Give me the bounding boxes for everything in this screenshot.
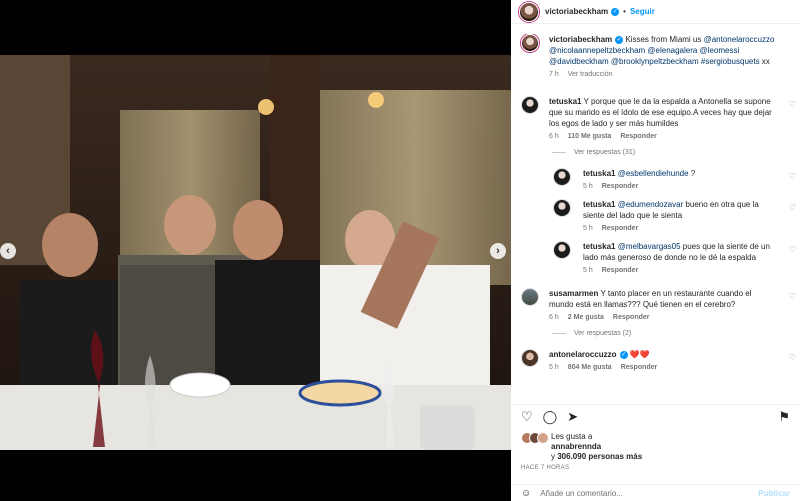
post-photo[interactable] bbox=[0, 55, 511, 450]
caption-author-username[interactable]: victoriabeckham bbox=[549, 35, 612, 44]
comment-likes[interactable]: 110 Me gusta bbox=[568, 133, 612, 140]
comment-time: 5 h bbox=[583, 225, 593, 232]
comment-text: antonelaroccuzzo ✓ ❤️❤️ bbox=[549, 350, 650, 359]
likes-text: Les gusta a annabrennda y 306.090 person… bbox=[551, 432, 643, 461]
comment-meta: 6 h 2 Me gusta Responder bbox=[549, 314, 778, 321]
reply-mention[interactable]: @edumendozavar bbox=[618, 200, 684, 209]
caption-author-avatar[interactable] bbox=[521, 34, 539, 52]
reply-button[interactable]: Responder bbox=[613, 314, 650, 321]
caption-meta: 7 h Ver traducción bbox=[549, 71, 778, 78]
verified-badge-icon: ✓ bbox=[611, 7, 620, 16]
like-comment-heart-icon[interactable]: ♡ bbox=[789, 292, 796, 301]
previous-photo-button[interactable]: ‹ bbox=[0, 243, 16, 259]
reply-mention[interactable]: @esbellendiehunde bbox=[618, 169, 689, 178]
photo-pane: ‹ › bbox=[0, 0, 511, 501]
comments-list[interactable]: victoriabeckham ✓ Kisses from Miami us @a… bbox=[511, 34, 800, 401]
like-comment-heart-icon[interactable]: ♡ bbox=[789, 203, 796, 212]
commenter-username[interactable]: tetuska1 bbox=[583, 242, 615, 251]
reply-item: tetuska1 @edumendozavar bueno en otra qu… bbox=[511, 199, 800, 232]
follow-button[interactable]: Seguir bbox=[630, 7, 655, 16]
view-replies-button[interactable]: Ver respuestas (2) bbox=[552, 330, 800, 337]
like-comment-heart-icon[interactable]: ♡ bbox=[789, 100, 796, 109]
comment-meta: 5 h Responder bbox=[583, 183, 778, 190]
reply-item: tetuska1 @melbavargas05 pues que la sien… bbox=[511, 241, 800, 274]
liker-username[interactable]: annabrennda bbox=[551, 442, 601, 451]
comment-time: 5 h bbox=[583, 183, 593, 190]
comment-item: antonelaroccuzzo ✓ ❤️❤️ 5 h 804 Me gusta … bbox=[511, 349, 800, 371]
comment-time: 5 h bbox=[549, 364, 559, 371]
commenter-avatar[interactable] bbox=[553, 241, 571, 259]
view-replies-button[interactable]: Ver respuestas (31) bbox=[552, 149, 800, 156]
commenter-avatar[interactable] bbox=[521, 96, 539, 114]
liker-avatars[interactable] bbox=[521, 432, 551, 444]
post-sidebar: victoriabeckham ✓ • Seguir victoriabeckh… bbox=[511, 0, 800, 501]
comment-meta: 6 h 110 Me gusta Responder bbox=[549, 133, 778, 140]
comment-likes[interactable]: 804 Me gusta bbox=[568, 364, 612, 371]
reply-button[interactable]: Responder bbox=[621, 364, 658, 371]
post-age: HACE 7 HORAS bbox=[521, 465, 570, 471]
commenter-avatar[interactable] bbox=[553, 199, 571, 217]
commenter-avatar[interactable] bbox=[553, 168, 571, 186]
comment-text: tetuska1 @edumendozavar bueno en otra qu… bbox=[583, 200, 759, 220]
reply-item: tetuska1 @esbellendiehunde ? 5 h Respond… bbox=[511, 168, 800, 190]
restaurant-group-photo bbox=[0, 55, 511, 450]
comment-item: tetuska1 Y porque que le da la espalda a… bbox=[511, 96, 800, 140]
commenter-username[interactable]: tetuska1 bbox=[583, 200, 615, 209]
chevron-left-icon: ‹ bbox=[6, 245, 10, 257]
verified-badge-icon: ✓ bbox=[619, 350, 628, 359]
replies-divider bbox=[552, 333, 566, 334]
comment-likes[interactable]: 2 Me gusta bbox=[568, 314, 604, 321]
comment-time: 6 h bbox=[549, 133, 559, 140]
like-comment-heart-icon[interactable]: ♡ bbox=[789, 172, 796, 181]
commenter-username[interactable]: tetuska1 bbox=[549, 97, 581, 106]
replies-divider bbox=[552, 152, 566, 153]
reply-button[interactable]: Responder bbox=[602, 225, 639, 232]
chevron-right-icon: › bbox=[496, 245, 500, 257]
comment-meta: 5 h 804 Me gusta Responder bbox=[549, 364, 778, 371]
like-heart-icon[interactable]: ♡ bbox=[521, 409, 533, 425]
caption-text: victoriabeckham ✓ Kisses from Miami us @a… bbox=[549, 35, 775, 66]
share-paper-plane-icon[interactable]: ➤ bbox=[567, 409, 578, 425]
emoji-icon[interactable]: ☺ bbox=[521, 488, 531, 499]
comment-text: tetuska1 Y porque que le da la espalda a… bbox=[549, 97, 772, 128]
add-comment-bar: ☺ Añade un comentario... Publicar bbox=[511, 484, 800, 501]
caption: victoriabeckham ✓ Kisses from Miami us @a… bbox=[511, 34, 800, 78]
instagram-post-modal: ‹ › victoriabeckham ✓ • Seguir victoriab… bbox=[0, 0, 800, 501]
reply-button[interactable]: Responder bbox=[602, 183, 639, 190]
comment-text: tetuska1 @esbellendiehunde ? bbox=[583, 169, 696, 178]
comment-bubble-icon[interactable]: ◯ bbox=[543, 409, 558, 425]
likes-count-link[interactable]: 306.090 personas más bbox=[557, 452, 642, 461]
post-header: victoriabeckham ✓ • Seguir bbox=[511, 0, 800, 24]
comment-meta: 5 h Responder bbox=[583, 225, 778, 232]
see-translation-link[interactable]: Ver traducción bbox=[568, 71, 613, 78]
author-username[interactable]: victoriabeckham bbox=[545, 7, 608, 16]
reply-button[interactable]: Responder bbox=[620, 133, 657, 140]
commenter-username[interactable]: susamarmen bbox=[549, 289, 598, 298]
likes-summary: Les gusta a annabrennda y 306.090 person… bbox=[521, 432, 642, 462]
commenter-avatar[interactable] bbox=[521, 349, 539, 367]
like-comment-heart-icon[interactable]: ♡ bbox=[789, 353, 796, 362]
author-avatar[interactable] bbox=[519, 1, 539, 22]
save-bookmark-icon[interactable]: ⚑ bbox=[778, 409, 790, 425]
comment-item: susamarmen Y tanto placer en un restaura… bbox=[511, 288, 800, 321]
separator-dot: • bbox=[623, 7, 626, 16]
commenter-username[interactable]: tetuska1 bbox=[583, 169, 615, 178]
verified-badge-icon: ✓ bbox=[615, 35, 624, 44]
comment-meta: 5 h Responder bbox=[583, 267, 778, 274]
reply-button[interactable]: Responder bbox=[602, 267, 639, 274]
comment-input[interactable]: Añade un comentario... bbox=[540, 489, 623, 498]
reply-mention[interactable]: @melbavargas05 bbox=[618, 242, 681, 251]
comment-text: susamarmen Y tanto placer en un restaura… bbox=[549, 289, 752, 309]
caption-time: 7 h bbox=[549, 71, 559, 78]
commenter-avatar[interactable] bbox=[521, 288, 539, 306]
commenter-username[interactable]: antonelaroccuzzo bbox=[549, 350, 617, 359]
comment-time: 5 h bbox=[583, 267, 593, 274]
like-comment-heart-icon[interactable]: ♡ bbox=[789, 245, 796, 254]
next-photo-button[interactable]: › bbox=[490, 243, 506, 259]
comment-text: tetuska1 @melbavargas05 pues que la sien… bbox=[583, 242, 770, 262]
publish-button[interactable]: Publicar bbox=[758, 489, 790, 498]
comment-time: 6 h bbox=[549, 314, 559, 321]
post-actions-bar: ♡ ◯ ➤ ⚑ bbox=[511, 404, 800, 428]
